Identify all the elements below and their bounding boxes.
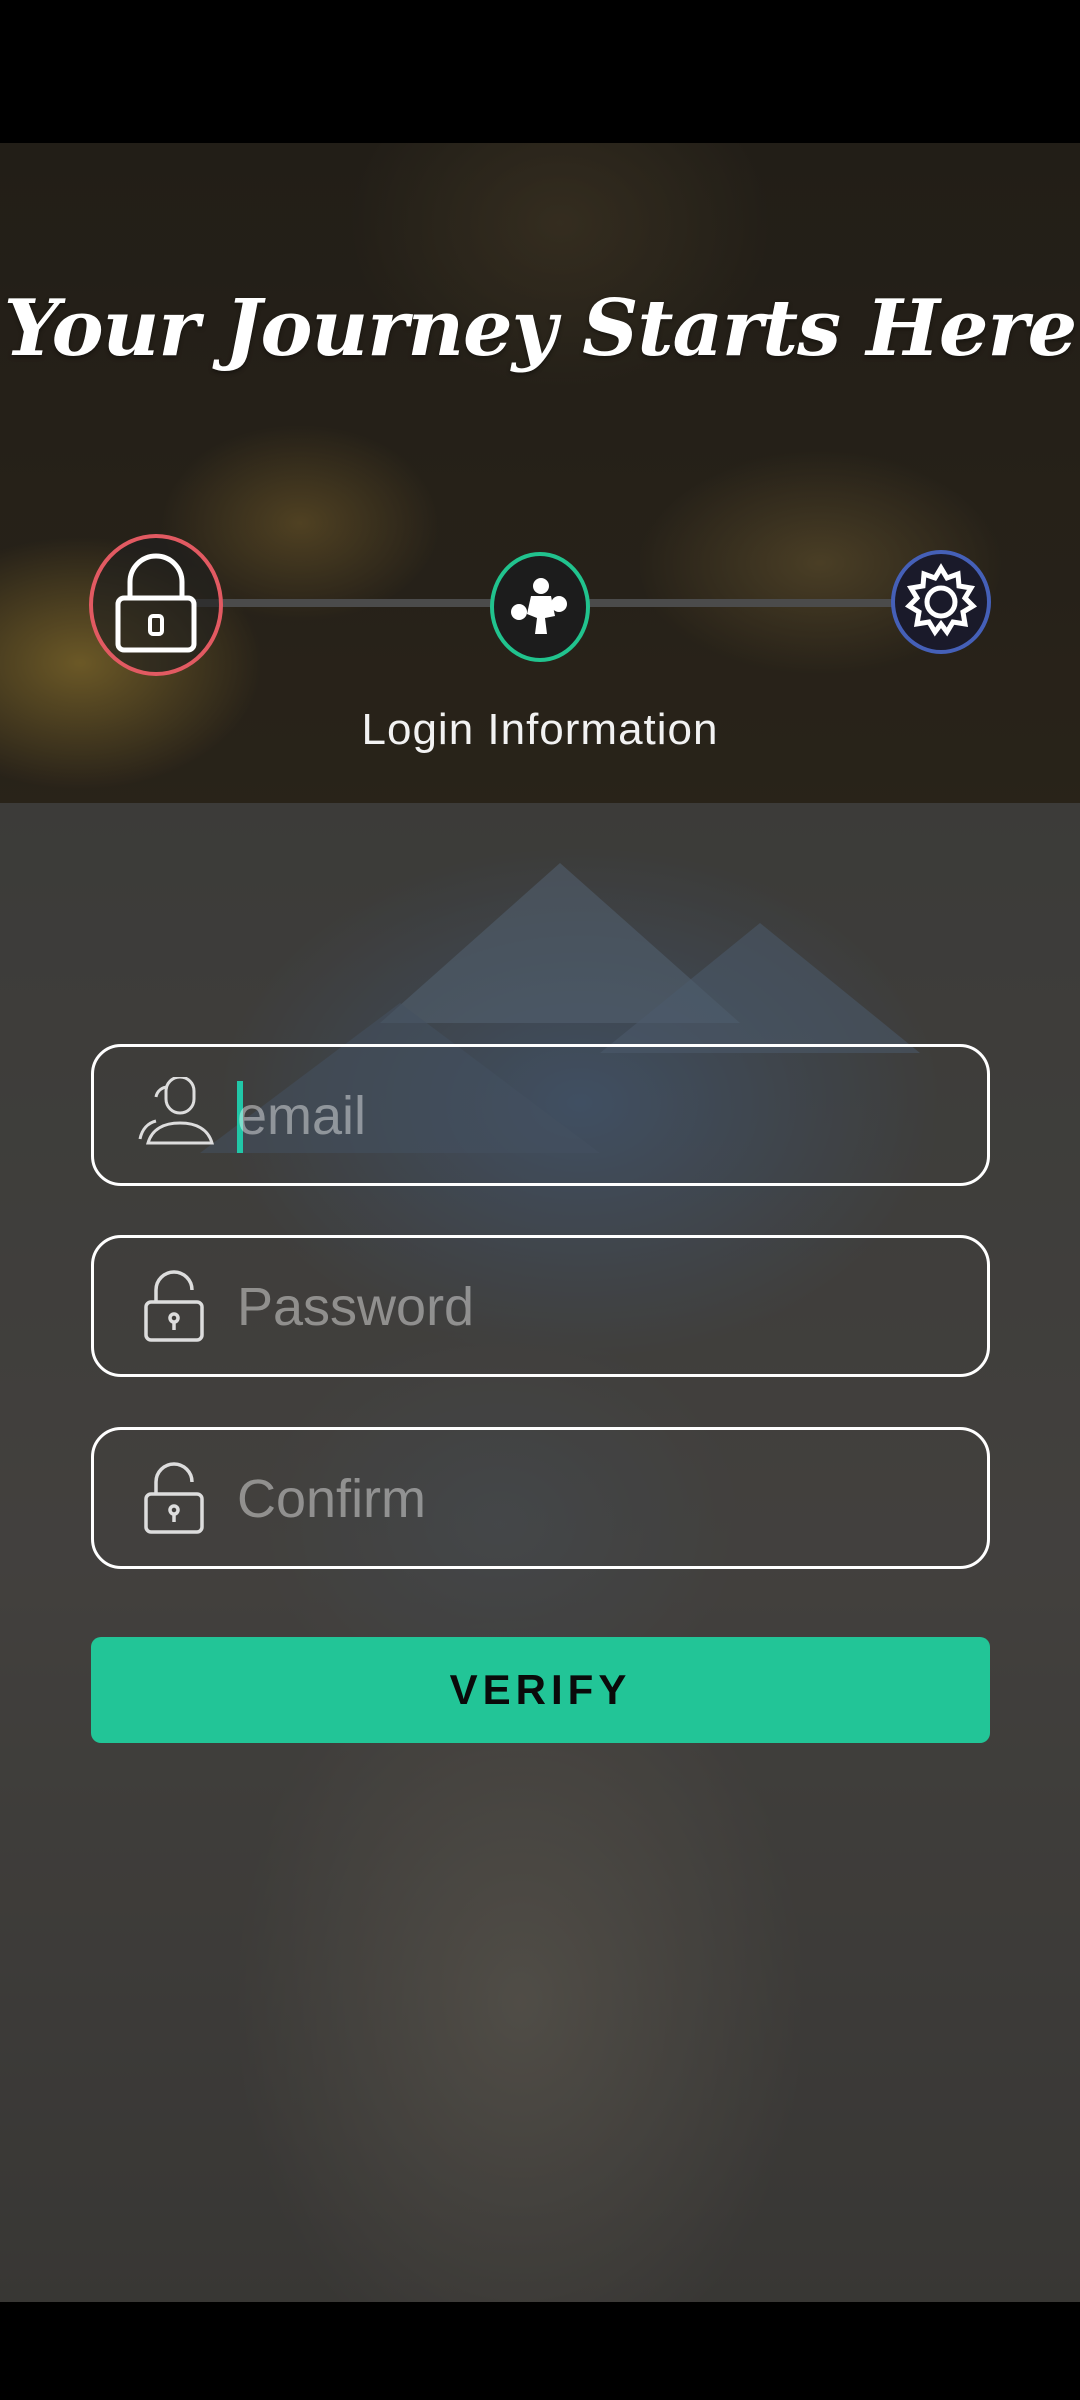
- header-overlay: [0, 143, 1080, 803]
- step-settings[interactable]: [891, 550, 991, 654]
- app-screen: Your Journey Starts Here Login Informati…: [0, 143, 1080, 2302]
- step-label: Login Information: [361, 705, 719, 754]
- email-field[interactable]: [91, 1044, 990, 1186]
- boxer-icon: [511, 578, 567, 634]
- page-title: Your Journey Starts Here: [3, 283, 1078, 374]
- confirm-password-field[interactable]: [91, 1427, 990, 1569]
- password-input[interactable]: [237, 1260, 937, 1354]
- unlock-icon: [144, 1462, 204, 1534]
- email-input[interactable]: [237, 1069, 937, 1163]
- step-login[interactable]: [89, 534, 223, 676]
- navigation-bar: [0, 2302, 1080, 2400]
- password-field[interactable]: [91, 1235, 990, 1377]
- gear-icon: [904, 563, 978, 637]
- step-profile[interactable]: [490, 552, 590, 662]
- unlock-icon: [144, 1270, 204, 1342]
- confirm-password-input[interactable]: [237, 1452, 937, 1546]
- lock-icon: [115, 553, 197, 653]
- verify-button[interactable]: VERIFY: [91, 1637, 990, 1743]
- user-icon: [138, 1077, 214, 1145]
- status-bar: [0, 0, 1080, 143]
